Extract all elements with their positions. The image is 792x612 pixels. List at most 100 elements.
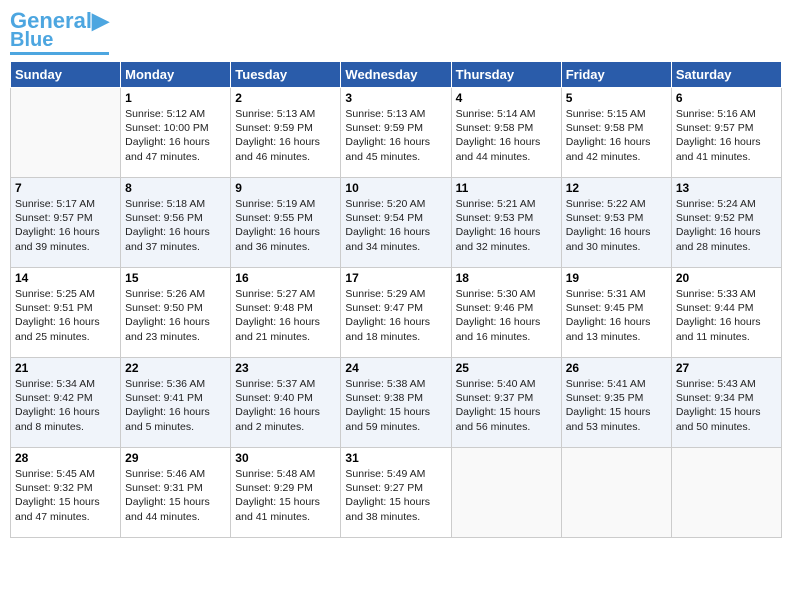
calendar-cell: 19 Sunrise: 5:31 AMSunset: 9:45 PMDayligh… xyxy=(561,268,671,358)
week-row-3: 14 Sunrise: 5:25 AMSunset: 9:51 PMDayligh… xyxy=(11,268,782,358)
cell-content: Sunrise: 5:18 AMSunset: 9:56 PMDaylight:… xyxy=(125,197,226,254)
day-number: 11 xyxy=(456,181,557,195)
calendar-cell: 28Sunrise: 5:45 AMSunset: 9:32 PMDayligh… xyxy=(11,448,121,538)
logo-underline xyxy=(10,52,109,55)
cell-content: Sunrise: 5:49 AMSunset: 9:27 PMDaylight:… xyxy=(345,467,446,524)
cell-content: Sunrise: 5:19 AMSunset: 9:55 PMDaylight:… xyxy=(235,197,336,254)
calendar-cell: 29Sunrise: 5:46 AMSunset: 9:31 PMDayligh… xyxy=(121,448,231,538)
calendar-cell: 21 Sunrise: 5:34 AMSunset: 9:42 PMDayligh… xyxy=(11,358,121,448)
day-number: 8 xyxy=(125,181,226,195)
calendar-header-row: SundayMondayTuesdayWednesdayThursdayFrid… xyxy=(11,62,782,88)
calendar-cell: 12 Sunrise: 5:22 AMSunset: 9:53 PMDayligh… xyxy=(561,178,671,268)
cell-content: Sunrise: 5:12 AMSunset: 10:00 PMDaylight… xyxy=(125,107,226,164)
day-header-friday: Friday xyxy=(561,62,671,88)
page-header: General▶ Blue xyxy=(10,10,782,55)
cell-content: Sunrise: 5:22 AMSunset: 9:53 PMDaylight:… xyxy=(566,197,667,254)
cell-content: Sunrise: 5:27 AMSunset: 9:48 PMDaylight:… xyxy=(235,287,336,344)
day-header-saturday: Saturday xyxy=(671,62,781,88)
day-number: 16 xyxy=(235,271,336,285)
day-header-thursday: Thursday xyxy=(451,62,561,88)
cell-content: Sunrise: 5:34 AMSunset: 9:42 PMDaylight:… xyxy=(15,377,116,434)
calendar-cell: 30 Sunrise: 5:48 AMSunset: 9:29 PMDayligh… xyxy=(231,448,341,538)
week-row-1: 1 Sunrise: 5:12 AMSunset: 10:00 PMDayligh… xyxy=(11,88,782,178)
day-number: 19 xyxy=(566,271,667,285)
calendar-cell xyxy=(451,448,561,538)
day-number: 4 xyxy=(456,91,557,105)
day-header-sunday: Sunday xyxy=(11,62,121,88)
calendar-cell: 2 Sunrise: 5:13 AMSunset: 9:59 PMDaylight… xyxy=(231,88,341,178)
day-number: 15 xyxy=(125,271,226,285)
calendar-cell: 7 Sunrise: 5:17 AMSunset: 9:57 PMDaylight… xyxy=(11,178,121,268)
day-number: 21 xyxy=(15,361,116,375)
day-number: 7 xyxy=(15,181,116,195)
day-number: 14 xyxy=(15,271,116,285)
calendar-cell: 26 Sunrise: 5:41 AMSunset: 9:35 PMDayligh… xyxy=(561,358,671,448)
calendar-cell: 25 Sunrise: 5:40 AMSunset: 9:37 PMDayligh… xyxy=(451,358,561,448)
day-number: 30 xyxy=(235,451,336,465)
logo-blue-text: Blue xyxy=(10,30,53,50)
cell-content: Sunrise: 5:41 AMSunset: 9:35 PMDaylight:… xyxy=(566,377,667,434)
calendar-cell: 8 Sunrise: 5:18 AMSunset: 9:56 PMDaylight… xyxy=(121,178,231,268)
day-number: 3 xyxy=(345,91,446,105)
day-number: 31 xyxy=(345,451,446,465)
logo: General▶ Blue xyxy=(10,10,109,55)
day-number: 20 xyxy=(676,271,777,285)
calendar-cell: 6 Sunrise: 5:16 AMSunset: 9:57 PMDaylight… xyxy=(671,88,781,178)
day-header-tuesday: Tuesday xyxy=(231,62,341,88)
cell-content: Sunrise: 5:20 AMSunset: 9:54 PMDaylight:… xyxy=(345,197,446,254)
cell-content: Sunrise: 5:33 AMSunset: 9:44 PMDaylight:… xyxy=(676,287,777,344)
cell-content: Sunrise: 5:21 AMSunset: 9:53 PMDaylight:… xyxy=(456,197,557,254)
calendar-cell: 15 Sunrise: 5:26 AMSunset: 9:50 PMDayligh… xyxy=(121,268,231,358)
cell-content: Sunrise: 5:40 AMSunset: 9:37 PMDaylight:… xyxy=(456,377,557,434)
calendar-cell: 1 Sunrise: 5:12 AMSunset: 10:00 PMDayligh… xyxy=(121,88,231,178)
cell-content: Sunrise: 5:29 AMSunset: 9:47 PMDaylight:… xyxy=(345,287,446,344)
day-number: 28 xyxy=(15,451,116,465)
calendar-cell: 16 Sunrise: 5:27 AMSunset: 9:48 PMDayligh… xyxy=(231,268,341,358)
week-row-2: 7 Sunrise: 5:17 AMSunset: 9:57 PMDaylight… xyxy=(11,178,782,268)
cell-content: Sunrise: 5:31 AMSunset: 9:45 PMDaylight:… xyxy=(566,287,667,344)
day-number: 2 xyxy=(235,91,336,105)
cell-content: Sunrise: 5:13 AMSunset: 9:59 PMDaylight:… xyxy=(345,107,446,164)
calendar-cell xyxy=(671,448,781,538)
cell-content: Sunrise: 5:48 AMSunset: 9:29 PMDaylight:… xyxy=(235,467,336,524)
calendar-cell: 20 Sunrise: 5:33 AMSunset: 9:44 PMDayligh… xyxy=(671,268,781,358)
cell-content: Sunrise: 5:38 AMSunset: 9:38 PMDaylight:… xyxy=(345,377,446,434)
cell-content: Sunrise: 5:37 AMSunset: 9:40 PMDaylight:… xyxy=(235,377,336,434)
cell-content: Sunrise: 5:16 AMSunset: 9:57 PMDaylight:… xyxy=(676,107,777,164)
calendar-cell: 10 Sunrise: 5:20 AMSunset: 9:54 PMDayligh… xyxy=(341,178,451,268)
cell-content: Sunrise: 5:36 AMSunset: 9:41 PMDaylight:… xyxy=(125,377,226,434)
calendar-cell: 14 Sunrise: 5:25 AMSunset: 9:51 PMDayligh… xyxy=(11,268,121,358)
calendar-cell: 24 Sunrise: 5:38 AMSunset: 9:38 PMDayligh… xyxy=(341,358,451,448)
calendar-cell: 5Sunrise: 5:15 AMSunset: 9:58 PMDaylight… xyxy=(561,88,671,178)
calendar-cell: 11 Sunrise: 5:21 AMSunset: 9:53 PMDayligh… xyxy=(451,178,561,268)
calendar-cell xyxy=(561,448,671,538)
day-number: 12 xyxy=(566,181,667,195)
day-number: 25 xyxy=(456,361,557,375)
cell-content: Sunrise: 5:26 AMSunset: 9:50 PMDaylight:… xyxy=(125,287,226,344)
day-number: 29 xyxy=(125,451,226,465)
calendar-cell: 31 Sunrise: 5:49 AMSunset: 9:27 PMDayligh… xyxy=(341,448,451,538)
cell-content: Sunrise: 5:30 AMSunset: 9:46 PMDaylight:… xyxy=(456,287,557,344)
day-number: 1 xyxy=(125,91,226,105)
cell-content: Sunrise: 5:14 AMSunset: 9:58 PMDaylight:… xyxy=(456,107,557,164)
cell-content: Sunrise: 5:25 AMSunset: 9:51 PMDaylight:… xyxy=(15,287,116,344)
day-number: 6 xyxy=(676,91,777,105)
calendar-cell: 27 Sunrise: 5:43 AMSunset: 9:34 PMDayligh… xyxy=(671,358,781,448)
cell-content: Sunrise: 5:24 AMSunset: 9:52 PMDaylight:… xyxy=(676,197,777,254)
cell-content: Sunrise: 5:43 AMSunset: 9:34 PMDaylight:… xyxy=(676,377,777,434)
calendar-cell: 18 Sunrise: 5:30 AMSunset: 9:46 PMDayligh… xyxy=(451,268,561,358)
week-row-4: 21 Sunrise: 5:34 AMSunset: 9:42 PMDayligh… xyxy=(11,358,782,448)
calendar-cell xyxy=(11,88,121,178)
calendar-cell: 23Sunrise: 5:37 AMSunset: 9:40 PMDayligh… xyxy=(231,358,341,448)
day-number: 27 xyxy=(676,361,777,375)
cell-content: Sunrise: 5:17 AMSunset: 9:57 PMDaylight:… xyxy=(15,197,116,254)
calendar-cell: 9Sunrise: 5:19 AMSunset: 9:55 PMDaylight… xyxy=(231,178,341,268)
calendar-table: SundayMondayTuesdayWednesdayThursdayFrid… xyxy=(10,61,782,538)
day-number: 18 xyxy=(456,271,557,285)
day-number: 22 xyxy=(125,361,226,375)
day-number: 10 xyxy=(345,181,446,195)
day-number: 26 xyxy=(566,361,667,375)
day-number: 24 xyxy=(345,361,446,375)
calendar-cell: 17Sunrise: 5:29 AMSunset: 9:47 PMDayligh… xyxy=(341,268,451,358)
cell-content: Sunrise: 5:13 AMSunset: 9:59 PMDaylight:… xyxy=(235,107,336,164)
